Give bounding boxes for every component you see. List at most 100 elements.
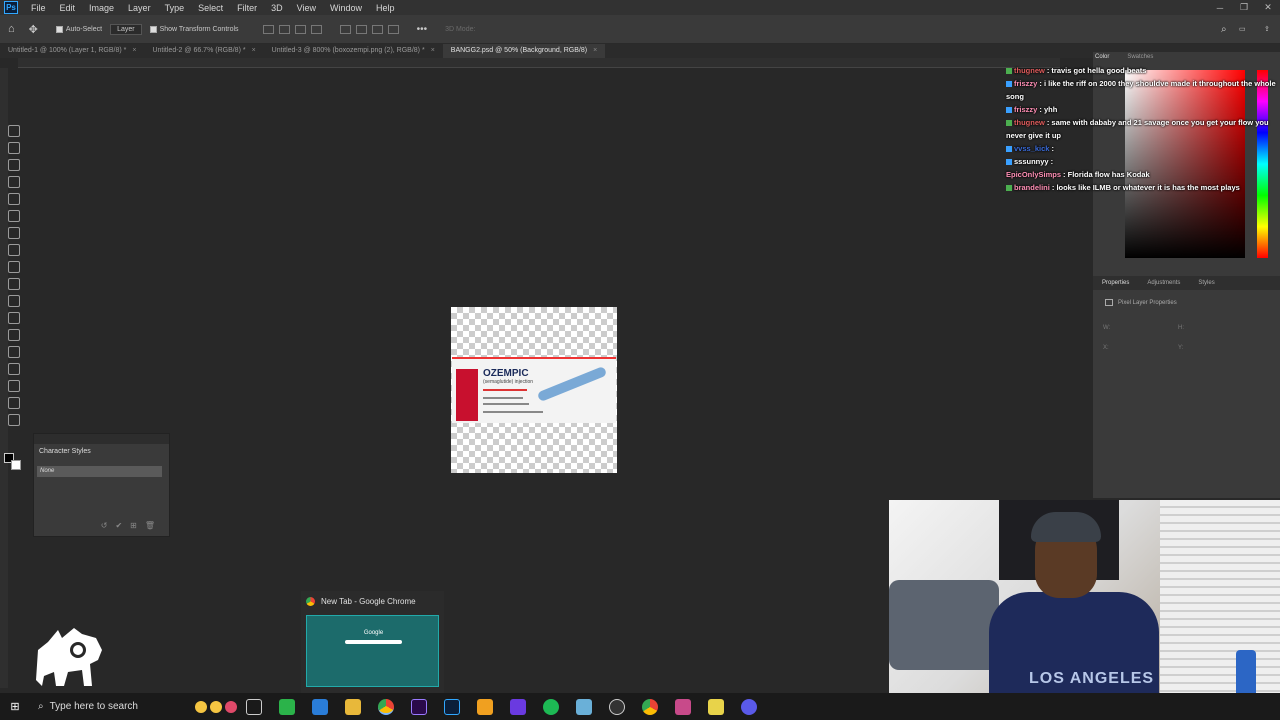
clear-override-icon[interactable]: ↺	[101, 521, 108, 530]
emoji-icon[interactable]	[210, 700, 222, 713]
document-canvas[interactable]: OZEMPIC (semaglutide) injection	[451, 307, 617, 473]
start-button[interactable]: ⊞	[0, 693, 30, 720]
search-bar	[345, 640, 402, 644]
tab-swatches[interactable]: Swatches	[1127, 54, 1153, 60]
photoshop-icon[interactable]	[443, 698, 460, 715]
shape-tool-icon[interactable]	[8, 380, 20, 392]
new-style-icon[interactable]: ⊞	[130, 521, 137, 530]
path-selection-tool-icon[interactable]	[8, 363, 20, 375]
app-icon[interactable]	[674, 698, 691, 715]
align-right-icon[interactable]	[294, 24, 306, 34]
file-explorer-icon[interactable]	[344, 698, 361, 715]
brush-tool-icon[interactable]	[8, 244, 20, 256]
delete-style-icon[interactable]: 🗑	[145, 521, 155, 530]
align-bottom-icon[interactable]	[371, 24, 383, 34]
distribute-vertical-icon[interactable]	[387, 24, 399, 34]
background-color-swatch[interactable]	[11, 460, 21, 470]
close-icon[interactable]: ✕	[1256, 0, 1280, 15]
align-left-icon[interactable]	[262, 24, 274, 34]
auto-select-checkbox[interactable]: Auto-Select	[55, 25, 102, 33]
marquee-tool-icon[interactable]	[8, 142, 20, 154]
app-icon[interactable]	[740, 698, 757, 715]
restore-icon[interactable]: ❐	[1232, 0, 1256, 15]
redefine-style-icon[interactable]: ✔	[115, 521, 122, 530]
home-icon[interactable]: ⌂	[8, 23, 15, 35]
preview-image[interactable]: Google	[306, 615, 439, 687]
move-tool-icon[interactable]	[8, 125, 20, 137]
tab-color[interactable]: Color	[1095, 54, 1109, 60]
emoji-icon[interactable]	[195, 700, 207, 713]
close-tab-icon[interactable]: ×	[593, 44, 597, 58]
panel-footer: ↺ ✔ ⊞ 🗑	[101, 521, 155, 530]
menu-window[interactable]: Window	[323, 3, 369, 13]
chrome-icon[interactable]	[641, 698, 658, 715]
panel-header[interactable]	[34, 434, 169, 444]
distribute-icon[interactable]	[310, 24, 322, 34]
magic-wand-tool-icon[interactable]	[8, 176, 20, 188]
menu-view[interactable]: View	[290, 3, 323, 13]
menu-layer[interactable]: Layer	[121, 3, 158, 13]
emoji-icon[interactable]	[225, 700, 237, 713]
clone-stamp-tool-icon[interactable]	[8, 261, 20, 273]
task-view-icon[interactable]	[245, 698, 262, 715]
more-options-icon[interactable]: •••	[417, 24, 428, 35]
menu-help[interactable]: Help	[369, 3, 402, 13]
menu-file[interactable]: File	[24, 3, 53, 13]
align-center-icon[interactable]	[278, 24, 290, 34]
pen-tool-icon[interactable]	[8, 329, 20, 341]
menu-type[interactable]: Type	[158, 3, 192, 13]
taskbar-search[interactable]: ⌕ Type here to search	[30, 693, 165, 720]
menu-edit[interactable]: Edit	[53, 3, 83, 13]
app-icon[interactable]	[707, 698, 724, 715]
move-tool-icon[interactable]: ✥	[29, 23, 38, 36]
hand-tool-icon[interactable]	[8, 397, 20, 409]
menu-select[interactable]: Select	[191, 3, 230, 13]
tab-styles[interactable]: Styles	[1189, 280, 1223, 286]
google-logo: Google	[363, 630, 384, 636]
eyedropper-tool-icon[interactable]	[8, 210, 20, 222]
zoom-tool-icon[interactable]	[8, 414, 20, 426]
menu-image[interactable]: Image	[82, 3, 121, 13]
chat-message: friszzy: i like the riff on 2000 they sh…	[1006, 79, 1276, 101]
healing-brush-tool-icon[interactable]	[8, 227, 20, 239]
minimize-icon[interactable]: ─	[1208, 0, 1232, 15]
premiere-icon[interactable]	[410, 698, 427, 715]
eraser-tool-icon[interactable]	[8, 278, 20, 290]
tab-bangg2[interactable]: BANGG2.psd @ 50% (Background, RGB/8) ×	[442, 44, 606, 58]
obs-icon[interactable]	[608, 698, 625, 715]
tab-untitled-3[interactable]: Untitled-3 @ 800% (boxozempi.png (2), RG…	[264, 44, 443, 58]
menu-filter[interactable]: Filter	[230, 3, 264, 13]
tab-adjustments[interactable]: Adjustments	[1138, 280, 1189, 286]
tab-untitled-2[interactable]: Untitled-2 @ 66.7% (RGB/8) * ×	[144, 44, 263, 58]
search-placeholder: Type here to search	[49, 701, 138, 712]
close-tab-icon[interactable]: ×	[431, 44, 435, 58]
style-none-row[interactable]: None	[37, 466, 162, 477]
menu-3d[interactable]: 3D	[264, 3, 290, 13]
clipchamp-icon[interactable]	[509, 698, 526, 715]
type-tool-icon[interactable]	[8, 346, 20, 358]
crop-tool-icon[interactable]	[8, 193, 20, 205]
gradient-tool-icon[interactable]	[8, 295, 20, 307]
dodge-tool-icon[interactable]	[8, 312, 20, 324]
tab-untitled-1[interactable]: Untitled-1 @ 100% (Layer 1, RGB/8) * ×	[0, 44, 144, 58]
razer-icon[interactable]	[278, 698, 295, 715]
tab-properties[interactable]: Properties	[1093, 280, 1138, 286]
menu-bar: Ps File Edit Image Layer Type Select Fil…	[0, 0, 1280, 15]
layer-dropdown[interactable]: Layer	[110, 23, 142, 35]
app-icon[interactable]	[476, 698, 493, 715]
app-icon[interactable]	[575, 698, 592, 715]
show-transform-checkbox[interactable]: Show Transform Controls	[149, 25, 239, 33]
search-icon[interactable]: ⌕	[1221, 24, 1227, 35]
workspace-icon[interactable]: ▭	[1239, 25, 1246, 33]
chrome-window-preview[interactable]: New Tab - Google Chrome Google	[301, 591, 444, 693]
share-icon[interactable]: ⇪	[1264, 25, 1270, 33]
align-top-icon[interactable]	[339, 24, 351, 34]
close-tab-icon[interactable]: ×	[252, 44, 256, 58]
horizontal-ruler[interactable]	[18, 58, 1060, 68]
chrome-icon[interactable]	[377, 698, 394, 715]
spotify-icon[interactable]	[542, 698, 559, 715]
edge-icon[interactable]	[311, 698, 328, 715]
lasso-tool-icon[interactable]	[8, 159, 20, 171]
close-tab-icon[interactable]: ×	[132, 44, 136, 58]
align-middle-icon[interactable]	[355, 24, 367, 34]
